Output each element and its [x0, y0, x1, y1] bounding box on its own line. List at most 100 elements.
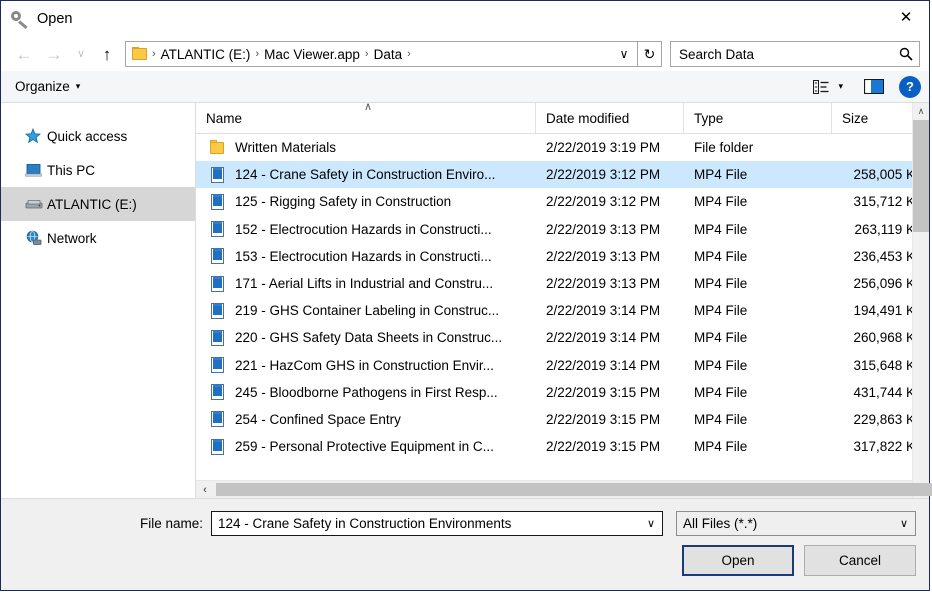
sort-ascending-icon: ∧ — [364, 101, 373, 113]
mp4-icon — [208, 193, 230, 211]
file-rows: Written Materials 2/22/2019 3:19 PM File f… — [196, 134, 929, 480]
sidebar-item-label: Quick access — [47, 128, 128, 144]
file-type-cell: MP4 File — [694, 248, 748, 264]
recent-locations-button[interactable]: ∨ — [69, 40, 93, 68]
file-name-text: 259 - Personal Protective Equipment in C… — [235, 439, 494, 455]
network-globe-icon — [25, 230, 47, 246]
chevron-down-icon[interactable]: ∨ — [640, 517, 662, 530]
file-date-cell: 2/22/2019 3:13 PM — [546, 221, 661, 237]
chevron-down-icon[interactable]: ∨ — [893, 517, 915, 530]
file-type-cell: File folder — [694, 140, 754, 156]
file-name-text: 245 - Bloodborne Pathogens in First Resp… — [235, 384, 498, 400]
file-name-cell: 125 - Rigging Safety in Construction — [196, 193, 536, 211]
back-button[interactable]: ← — [9, 40, 39, 68]
command-bar: Organize ▾ ▾ ? — [1, 71, 929, 103]
file-type-filter-combobox[interactable]: All Files (*.*) ∨ — [676, 511, 916, 536]
vertical-scroll-track[interactable] — [913, 120, 929, 481]
horizontal-scroll-thumb[interactable] — [216, 483, 932, 496]
search-box[interactable]: Search Data — [670, 41, 920, 67]
open-button[interactable]: Open — [682, 545, 794, 576]
scroll-left-icon[interactable]: ‹ — [196, 481, 214, 498]
file-name-cell: 221 - HazCom GHS in Construction Envir..… — [196, 356, 536, 374]
file-date-cell: 2/22/2019 3:15 PM — [546, 384, 661, 400]
file-date-cell: 2/22/2019 3:15 PM — [546, 439, 661, 455]
table-row[interactable]: 153 - Electrocution Hazards in Construct… — [196, 243, 929, 270]
file-name-cell: 259 - Personal Protective Equipment in C… — [196, 438, 536, 456]
sidebar-item-label: Network — [47, 230, 97, 246]
table-row[interactable]: 125 - Rigging Safety in Construction 2/22… — [196, 188, 929, 215]
file-type-cell: MP4 File — [694, 330, 748, 346]
file-name-input[interactable]: 124 - Crane Safety in Construction Envir… — [212, 516, 640, 531]
file-type-cell: MP4 File — [694, 411, 748, 427]
file-name-cell: 220 - GHS Safety Data Sheets in Construc… — [196, 329, 536, 347]
table-row[interactable]: 254 - Confined Space Entry 2/22/2019 3:15… — [196, 406, 929, 433]
horizontal-scrollbar[interactable]: ‹ › — [196, 480, 932, 498]
vertical-scroll-thumb[interactable] — [913, 120, 929, 232]
address-bar[interactable]: › ATLANTIC (E:) › Mac Viewer.app › Data … — [125, 41, 638, 67]
column-header-type[interactable]: Type — [684, 103, 832, 133]
column-header-name[interactable]: Name ∧ — [196, 101, 536, 133]
folder-icon — [132, 47, 149, 61]
forward-button[interactable]: → — [39, 40, 69, 68]
mp4-icon — [208, 247, 230, 265]
breadcrumb-item-data[interactable]: Data — [370, 47, 407, 62]
chevron-down-icon[interactable]: ∨ — [611, 42, 637, 66]
sidebar-item-network[interactable]: Network — [1, 221, 195, 255]
file-date-cell: 2/22/2019 3:13 PM — [546, 248, 661, 264]
table-row[interactable]: 171 - Aerial Lifts in Industrial and Con… — [196, 270, 929, 297]
table-row[interactable]: 220 - GHS Safety Data Sheets in Construc… — [196, 324, 929, 351]
column-headers: Name ∧ Date modified Type Size — [196, 101, 929, 134]
file-date-cell: 2/22/2019 3:15 PM — [546, 411, 661, 427]
breadcrumb-item-drive[interactable]: ATLANTIC (E:) — [157, 47, 255, 62]
file-name-text: 153 - Electrocution Hazards in Construct… — [235, 248, 492, 264]
sidebar-item-atlantic-drive[interactable]: ATLANTIC (E:) — [1, 187, 195, 221]
view-options-chevron-down-icon[interactable]: ▾ — [838, 81, 843, 92]
open-file-dialog: Open ✕ ← → ∨ ↑ › ATLANTIC (E:) › Mac Vie… — [0, 0, 932, 591]
file-type-cell: MP4 File — [694, 384, 748, 400]
table-row[interactable]: 152 - Electrocution Hazards in Construct… — [196, 216, 929, 243]
scroll-up-icon[interactable]: ∧ — [913, 103, 929, 120]
vertical-scrollbar[interactable]: ∧ ∨ — [912, 103, 929, 498]
preview-pane-icon[interactable] — [861, 75, 887, 99]
close-icon[interactable]: ✕ — [883, 1, 929, 34]
refresh-icon[interactable]: ↻ — [638, 41, 662, 67]
file-name-cell: 153 - Electrocution Hazards in Construct… — [196, 247, 536, 265]
folder-icon — [208, 139, 230, 157]
search-icon — [893, 47, 919, 61]
help-button[interactable]: ? — [899, 75, 921, 98]
view-options-icon[interactable] — [808, 75, 834, 99]
horizontal-scroll-track[interactable] — [214, 481, 932, 498]
up-button[interactable]: ↑ — [93, 40, 121, 68]
chevron-down-icon: ▾ — [75, 81, 81, 91]
file-name-cell: 124 - Crane Safety in Construction Envir… — [196, 166, 536, 184]
search-input[interactable]: Search Data — [671, 47, 893, 62]
dialog-buttons: Open Cancel — [682, 545, 916, 576]
table-row[interactable]: 221 - HazCom GHS in Construction Envir..… — [196, 352, 929, 379]
breadcrumb-item-app[interactable]: Mac Viewer.app — [260, 47, 364, 62]
table-row[interactable]: Written Materials 2/22/2019 3:19 PM File f… — [196, 134, 929, 161]
file-type-cell: MP4 File — [694, 167, 748, 183]
cancel-button[interactable]: Cancel — [804, 545, 916, 576]
table-row[interactable]: 124 - Crane Safety in Construction Envir… — [196, 161, 929, 189]
file-date-cell: 2/22/2019 3:12 PM — [546, 194, 661, 210]
file-date-cell: 2/22/2019 3:19 PM — [546, 140, 661, 156]
mp4-icon — [208, 275, 230, 293]
table-row[interactable]: 245 - Bloodborne Pathogens in First Resp… — [196, 379, 929, 406]
file-name-row: File name: 124 - Crane Safety in Constru… — [1, 511, 929, 536]
file-name-text: 125 - Rigging Safety in Construction — [235, 194, 452, 210]
file-name-text: 220 - GHS Safety Data Sheets in Construc… — [235, 330, 503, 346]
organize-button[interactable]: Organize ▾ — [15, 79, 80, 94]
file-name-text: Written Materials — [235, 140, 337, 156]
column-header-label: Type — [694, 110, 724, 126]
table-row[interactable]: 219 - GHS Container Labeling in Construc… — [196, 297, 929, 324]
mp4-icon — [208, 302, 230, 320]
organize-label: Organize — [15, 79, 70, 94]
file-name-combobox[interactable]: 124 - Crane Safety in Construction Envir… — [211, 511, 663, 536]
table-row[interactable]: 259 - Personal Protective Equipment in C… — [196, 433, 929, 460]
file-type-cell: MP4 File — [694, 303, 748, 319]
sidebar-item-quick-access[interactable]: Quick access — [1, 119, 195, 153]
dialog-footer: File name: 124 - Crane Safety in Constru… — [1, 498, 929, 590]
sidebar-item-this-pc[interactable]: This PC — [1, 153, 195, 187]
window-title: Open — [37, 11, 73, 27]
column-header-date-modified[interactable]: Date modified — [536, 103, 684, 133]
